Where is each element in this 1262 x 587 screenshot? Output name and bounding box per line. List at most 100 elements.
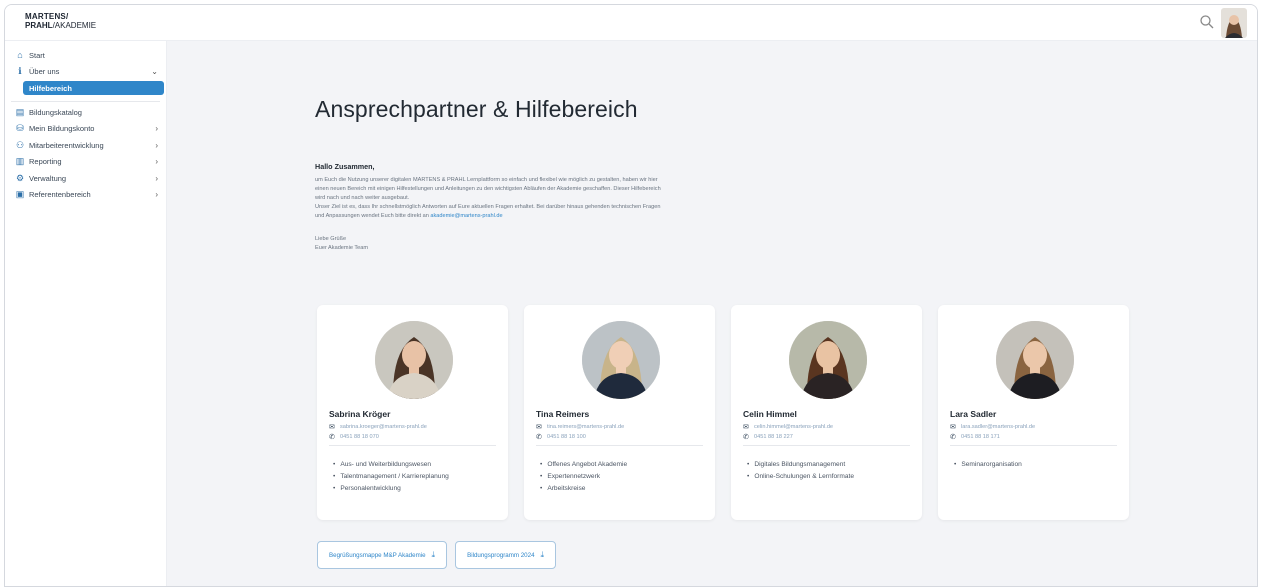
sidebar-item-mitarbeiterentwicklung[interactable]: ⚇ Mitarbeiterentwicklung › — [5, 137, 166, 154]
download-bildungsprogramm-button[interactable]: Bildungsprogramm 2024 ⤓ — [455, 541, 557, 569]
phone-icon: ✆ — [950, 434, 956, 441]
chevron-right-icon: › — [155, 140, 158, 150]
chevron-right-icon: › — [155, 173, 158, 183]
download-button-label: Begrüßungsmappe M&P Akademie — [329, 551, 426, 559]
topic-item: Talentmanagement / Karriereplanung — [333, 471, 449, 483]
intro-text: Hallo Zusammen, um Euch die Nutzung unse… — [315, 162, 860, 253]
intro-line: und Anpassungen wendet Euch bitte direkt… — [315, 212, 860, 221]
sidebar-item-label: Start — [29, 50, 45, 60]
contact-photo — [375, 321, 453, 399]
contact-phone[interactable]: 0451 88 18 070 — [340, 434, 379, 440]
contact-topics: Offenes Angebot Akademie Expertennetzwer… — [540, 459, 627, 495]
intro-line: einen neuen Bereich mit einigen Hilfeste… — [315, 186, 661, 192]
intro-line: um Euch die Nutzung unserer digitalen MA… — [315, 177, 658, 183]
mail-icon: ✉ — [329, 424, 335, 431]
contact-topics: Seminarorganisation — [954, 459, 1021, 471]
search-icon[interactable] — [1199, 14, 1215, 30]
contact-phone-row[interactable]: ✆ 0451 88 18 100 — [536, 433, 586, 441]
contact-name: Celin Himmel — [743, 409, 797, 419]
sidebar-item-label: Über uns — [29, 67, 60, 77]
contact-name: Lara Sadler — [950, 409, 997, 419]
topic-item: Offenes Angebot Akademie — [540, 459, 627, 471]
greeting: Hallo Zusammen, — [315, 162, 375, 171]
logo-line-2-rest: /AKADEMIE — [52, 21, 97, 30]
sidebar-item-ueber-uns[interactable]: ℹ Über uns ⌄ — [5, 64, 166, 81]
topic-item: Aus- und Weiterbildungswesen — [333, 459, 449, 471]
sidebar-item-verwaltung[interactable]: ⚙ Verwaltung › — [5, 170, 166, 187]
download-icon: ⤓ — [540, 550, 545, 559]
topic-item: Online-Schulungen & Lernformate — [747, 471, 854, 483]
phone-icon: ✆ — [536, 434, 542, 441]
mail-icon: ✉ — [536, 424, 542, 431]
contact-email[interactable]: lara.sadler@martens-prahl.de — [961, 424, 1035, 430]
contact-photo — [996, 321, 1074, 399]
signoff-greeting: Liebe Grüße — [315, 236, 347, 242]
support-email-link[interactable]: akademie@martens-prahl.de — [430, 213, 502, 219]
contact-email-row[interactable]: ✉ sabrina.kroeger@martens-prahl.de — [329, 423, 427, 431]
mail-icon: ✉ — [743, 424, 749, 431]
sidebar-item-label: Bildungskatalog — [29, 107, 82, 117]
info-icon: ℹ — [18, 66, 22, 77]
main-content: Ansprechpartner & Hilfebereich Hallo Zus… — [167, 41, 1257, 586]
admin-icon: ⚙ — [15, 172, 25, 183]
sidebar-item-label: Reporting — [29, 157, 62, 167]
sidebar-item-label: Mein Bildungskonto — [29, 124, 95, 134]
topic-item: Expertennetzwerk — [540, 471, 627, 483]
chevron-down-icon: ⌄ — [151, 67, 158, 77]
contact-email[interactable]: tina.reimers@martens-prahl.de — [547, 424, 624, 430]
intro-line: Unser Ziel ist es, dass Ihr schnellstmög… — [315, 204, 661, 210]
download-button-label: Bildungsprogramm 2024 — [467, 551, 535, 559]
contact-email-row[interactable]: ✉ lara.sadler@martens-prahl.de — [950, 423, 1035, 431]
contact-name: Tina Reimers — [536, 409, 590, 419]
page-title: Ansprechpartner & Hilfebereich — [315, 96, 638, 122]
user-avatar[interactable] — [1221, 8, 1247, 38]
contact-email-row[interactable]: ✉ tina.reimers@martens-prahl.de — [536, 423, 624, 431]
sidebar-item-reporting[interactable]: ▥ Reporting › — [5, 154, 166, 171]
sidebar-item-bildungskatalog[interactable]: ▤ Bildungskatalog — [5, 104, 166, 121]
contact-phone[interactable]: 0451 88 18 171 — [961, 434, 1000, 440]
sidebar-item-label: Verwaltung — [29, 173, 67, 183]
contact-phone-row[interactable]: ✆ 0451 88 18 171 — [950, 433, 1000, 441]
download-begruessungsmappe-button[interactable]: Begrüßungsmappe M&P Akademie ⤓ — [317, 541, 448, 569]
topic-item: Arbeitskreise — [540, 483, 627, 495]
contact-email[interactable]: sabrina.kroeger@martens-prahl.de — [340, 424, 427, 430]
contact-card: Lara Sadler ✉ lara.sadler@martens-prahl.d… — [938, 305, 1129, 520]
brand-logo[interactable]: MARTENS/ PRAHL/AKADEMIE — [25, 12, 115, 34]
contact-email[interactable]: celin.himmel@martens-prahl.de — [754, 424, 833, 430]
sidebar-item-start[interactable]: ⌂ Start — [5, 47, 166, 64]
account-icon: ⛁ — [16, 123, 24, 134]
contact-email-row[interactable]: ✉ celin.himmel@martens-prahl.de — [743, 423, 833, 431]
contact-card: Celin Himmel ✉ celin.himmel@martens-prahl… — [731, 305, 922, 520]
sidebar-item-bildungskonto[interactable]: ⛁ Mein Bildungskonto › — [5, 121, 166, 138]
logo-line-1: MARTENS/ — [25, 12, 69, 21]
phone-icon: ✆ — [743, 434, 749, 441]
chevron-right-icon: › — [155, 157, 158, 167]
card-divider — [743, 445, 910, 446]
contact-phone[interactable]: 0451 88 18 227 — [754, 434, 793, 440]
intro-line-prefix: und Anpassungen wendet Euch bitte direkt… — [315, 213, 431, 219]
signoff-team: Euer Akademie Team — [315, 245, 369, 251]
topic-item: Seminarorganisation — [954, 459, 1021, 471]
sidebar-divider — [11, 101, 160, 102]
contact-phone-row[interactable]: ✆ 0451 88 18 227 — [743, 433, 793, 441]
contact-card: Sabrina Kröger ✉ sabrina.kroeger@martens-… — [317, 305, 508, 520]
top-bar: MARTENS/ PRAHL/AKADEMIE — [5, 5, 1257, 41]
contact-phone[interactable]: 0451 88 18 100 — [547, 434, 586, 440]
chevron-right-icon: › — [155, 124, 158, 134]
contact-phone-row[interactable]: ✆ 0451 88 18 070 — [329, 433, 379, 441]
mail-icon: ✉ — [950, 424, 956, 431]
contact-cards: Sabrina Kröger ✉ sabrina.kroeger@martens-… — [317, 305, 1129, 520]
topic-item: Digitales Bildungsmanagement — [747, 459, 854, 471]
sidebar-item-referentenbereich[interactable]: ▣ Referentenbereich › — [5, 187, 166, 204]
sidebar-item-hilfebereich[interactable]: Hilfebereich — [23, 81, 164, 95]
card-divider — [329, 445, 496, 446]
catalog-icon: ▤ — [15, 106, 25, 117]
download-buttons: Begrüßungsmappe M&P Akademie ⤓ Bildungsp… — [317, 541, 557, 569]
chart-icon: ▥ — [15, 156, 25, 167]
contact-photo — [582, 321, 660, 399]
contact-card: Tina Reimers ✉ tina.reimers@martens-prahl… — [524, 305, 715, 520]
topic-item: Personalentwicklung — [333, 483, 449, 495]
card-divider — [536, 445, 703, 446]
app-window: MARTENS/ PRAHL/AKADEMIE ⌂ Start ℹ Über u… — [4, 4, 1258, 587]
logo-line-2: PRAHL/AKADEMIE — [25, 21, 115, 30]
